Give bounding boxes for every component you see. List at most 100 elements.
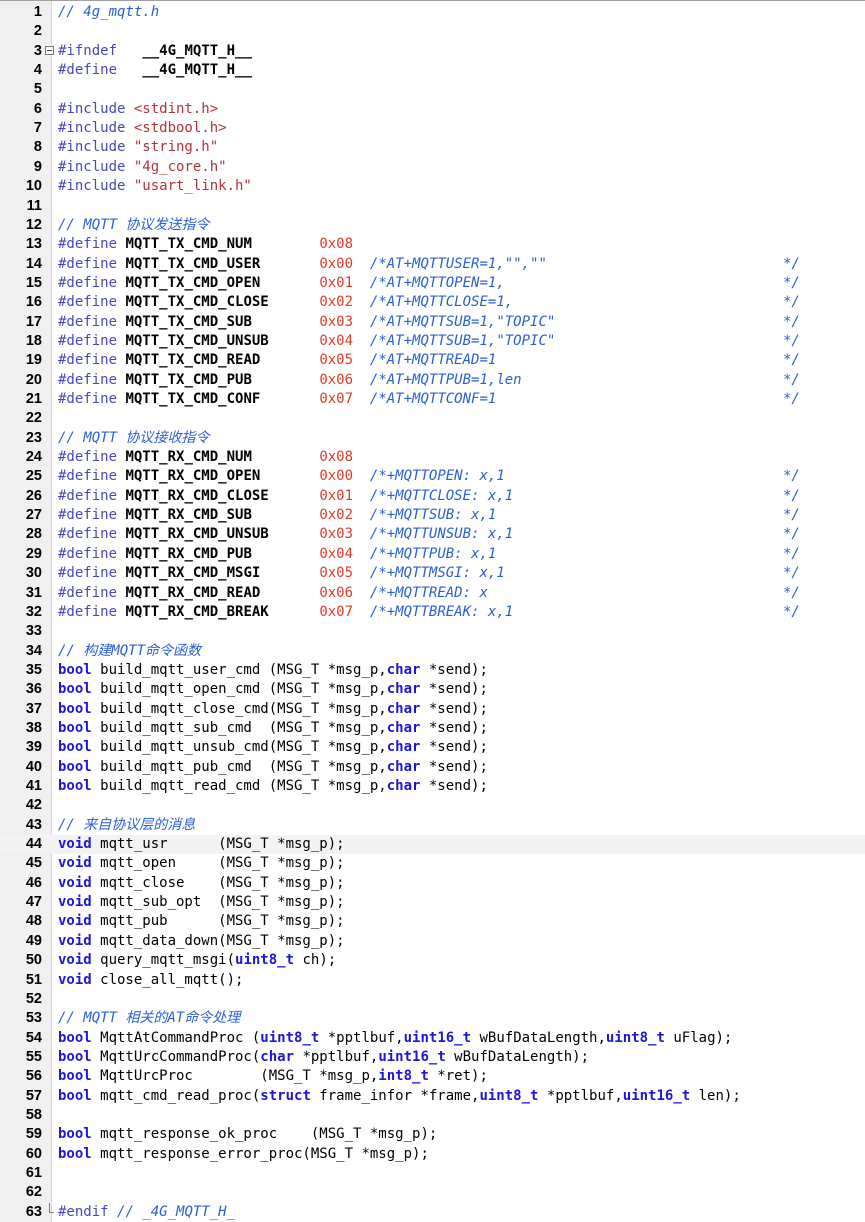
code-line[interactable]: 54 bool MqttAtCommandProc (uint8_t *pptlb… [0,1029,865,1048]
code-text: #define MQTT_RX_CMD_SUB 0x02 /*+MQTTSUB:… [58,506,496,525]
code-line[interactable]: 39 bool build_mqtt_unsub_cmd(MSG_T *msg_p… [0,738,865,757]
code-line[interactable]: 22 [0,409,865,428]
code-text: // MQTT 协议接收指令 [58,429,209,448]
code-line[interactable]: 48 void mqtt_pub (MSG_T *msg_p); [0,912,865,931]
code-token: 0x07 [319,603,354,620]
code-token: char [386,661,421,678]
code-line[interactable]: 53 // MQTT 相关的AT命令处理 [0,1009,865,1028]
code-line[interactable]: 36 bool build_mqtt_open_cmd (MSG_T *msg_p… [0,680,865,699]
code-line[interactable]: 30 */ #define MQTT_RX_CMD_MSGI 0x05 /*+MQT… [0,564,865,583]
code-token: uint8_t [260,1029,320,1046]
code-line[interactable]: 57 bool mqtt_cmd_read_proc(struct frame_i… [0,1087,865,1106]
code-token: #include [58,158,134,175]
code-line[interactable]: 33 [0,622,865,641]
code-line[interactable]: 49 void mqtt_data_down(MSG_T *msg_p); [0,932,865,951]
line-number: 22 [25,410,42,427]
code-text: #define MQTT_TX_CMD_CONF 0x07 /*AT+MQTTC… [58,390,496,409]
code-line[interactable]: 16 */ #define MQTT_TX_CMD_CLOSE 0x02 /*AT+… [0,293,865,312]
code-line[interactable]: 41 bool build_mqtt_read_cmd (MSG_T *msg_p… [0,777,865,796]
code-line[interactable]: 27 */ #define MQTT_RX_CMD_SUB 0x02 /*+MQTT… [0,506,865,525]
code-line[interactable]: 50 void query_mqtt_msgi(uint8_t ch); [0,951,865,970]
code-token: 0x06 [319,371,354,388]
code-line[interactable]: 18 */ #define MQTT_TX_CMD_UNSUB 0x04 /*AT+… [0,332,865,351]
code-line[interactable]: 8 #include "string.h" [0,138,865,157]
code-line[interactable]: 43 // 来自协议层的消息 [0,816,865,835]
code-line[interactable]: 38 bool build_mqtt_sub_cmd (MSG_T *msg_p,… [0,719,865,738]
code-line[interactable]: 47 void mqtt_sub_opt (MSG_T *msg_p); [0,893,865,912]
code-token: <stdint.h> [133,100,219,117]
code-line[interactable]: 37 bool build_mqtt_close_cmd(MSG_T *msg_p… [0,700,865,719]
code-line[interactable]: 31 */ #define MQTT_RX_CMD_READ 0x06 /*+MQT… [0,584,865,603]
code-line[interactable]: 12 // MQTT 协议发送指令 [0,216,865,235]
code-token: 0x08 [319,449,354,466]
code-line[interactable]: 61 [0,1164,865,1183]
code-token: // MQTT 协议接收指令 [58,429,210,446]
code-line[interactable]: 17 */ #define MQTT_TX_CMD_SUB 0x03 /*AT+MQ… [0,313,865,332]
code-token: // 构建MQTT命令函数 [58,642,202,659]
code-line[interactable]: 34 // 构建MQTT命令函数 [0,642,865,661]
code-line[interactable]: 19 */ #define MQTT_TX_CMD_READ 0x05 /*AT+M… [0,351,865,370]
code-line[interactable]: 62 [0,1183,865,1202]
code-text: #define MQTT_TX_CMD_PUB 0x06 /*AT+MQTTPU… [58,371,522,390]
code-line[interactable]: 6 #include <stdint.h> [0,100,865,119]
line-number: 46 [25,874,42,891]
code-line[interactable]: 26 */ #define MQTT_RX_CMD_CLOSE 0x01 /*+MQ… [0,487,865,506]
code-line[interactable]: 3 #ifndef __4G_MQTT_H__ [0,42,865,61]
code-line[interactable]: 45 void mqtt_open (MSG_T *msg_p); [0,854,865,873]
code-line[interactable]: 46 void mqtt_close (MSG_T *msg_p); [0,874,865,893]
code-line[interactable]: 13 #define MQTT_TX_CMD_NUM 0x08 [0,235,865,254]
code-line[interactable]: 10 #include "usart_link.h" [0,177,865,196]
code-line[interactable]: 55 bool MqttUrcCommandProc(char *pptlbuf,… [0,1048,865,1067]
code-line[interactable]: 23 // MQTT 协议接收指令 [0,429,865,448]
code-line[interactable]: 24 #define MQTT_RX_CMD_NUM 0x08 [0,448,865,467]
code-token: mqtt_data_down(MSG_T *msg_p); [91,932,345,949]
code-token: MQTT_TX_CMD_CONF [125,391,261,407]
code-line[interactable]: 4 #define __4G_MQTT_H__ [0,61,865,80]
code-token: char [260,1048,295,1065]
code-line[interactable]: 44 void mqtt_usr (MSG_T *msg_p); [0,835,865,855]
code-line[interactable]: 40 bool build_mqtt_pub_cmd (MSG_T *msg_p,… [0,758,865,777]
line-number: 1 [33,4,42,20]
code-line[interactable]: 1 // 4g_mqtt.h [0,3,865,22]
code-text: void close_all_mqtt(); [58,971,243,990]
line-number: 45 [25,855,42,872]
code-token: // 4g_mqtt.h [58,4,160,20]
line-number: 38 [25,719,42,736]
code-token: build_mqtt_user_cmd (MSG_T *msg_p, [91,661,387,678]
code-token: *ret); [428,1068,488,1085]
code-line[interactable]: 51 void close_all_mqtt(); [0,971,865,990]
line-number: 62 [25,1184,42,1201]
code-line[interactable]: 42 [0,796,865,815]
code-line[interactable]: 35 bool build_mqtt_user_cmd (MSG_T *msg_p… [0,661,865,680]
code-line[interactable]: 52 [0,990,865,1009]
code-token: 0x06 [319,584,354,601]
code-line[interactable]: 60 bool mqtt_response_error_proc(MSG_T *m… [0,1145,865,1164]
code-line[interactable]: 7 #include <stdbool.h> [0,119,865,138]
code-text: bool mqtt_cmd_read_proc(struct frame_inf… [58,1087,741,1106]
comment-end-token: */ [783,332,800,349]
code-line[interactable]: 56 bool MqttUrcProc (MSG_T *msg_p,int8_t … [0,1067,865,1086]
fold-collapse-icon[interactable] [45,45,54,55]
code-line[interactable]: 20 */ #define MQTT_TX_CMD_PUB 0x06 /*AT+MQ… [0,371,865,390]
code-token: #ifndef [58,42,118,59]
code-line[interactable]: 25 */ #define MQTT_RX_CMD_OPEN 0x00 /*+MQT… [0,467,865,486]
code-text: void mqtt_pub (MSG_T *msg_p); [58,912,345,931]
code-line[interactable]: 63 #endif // _4G_MQTT_H_ [0,1202,865,1222]
code-line[interactable]: 14 */ #define MQTT_TX_CMD_USER 0x00 /*AT+M… [0,255,865,274]
code-line[interactable]: 9 #include "4g_core.h" [0,158,865,177]
code-token: ch); [294,952,337,969]
code-line[interactable]: 28 */ #define MQTT_RX_CMD_UNSUB 0x03 /*+MQ… [0,525,865,544]
code-line[interactable]: 29 */ #define MQTT_RX_CMD_PUB 0x04 /*+MQTT… [0,545,865,564]
code-line[interactable]: 15 */ #define MQTT_TX_CMD_OPEN 0x01 /*AT+M… [0,274,865,293]
code-editor[interactable]: 1 // 4g_mqtt.h 2 3 #ifndef __4G_MQTT_H__ 4 #de… [0,0,865,1222]
code-line[interactable]: 58 [0,1106,865,1125]
code-line[interactable]: 2 [0,22,865,41]
code-line[interactable]: 21 */ #define MQTT_TX_CMD_CONF 0x07 /*AT+M… [0,390,865,409]
code-line[interactable]: 32 */ #define MQTT_RX_CMD_BREAK 0x07 /*+MQ… [0,603,865,622]
code-line[interactable]: 5 [0,80,865,99]
code-line[interactable]: 59 bool mqtt_response_ok_proc (MSG_T *msg… [0,1125,865,1144]
code-line[interactable]: 11 [0,197,865,216]
